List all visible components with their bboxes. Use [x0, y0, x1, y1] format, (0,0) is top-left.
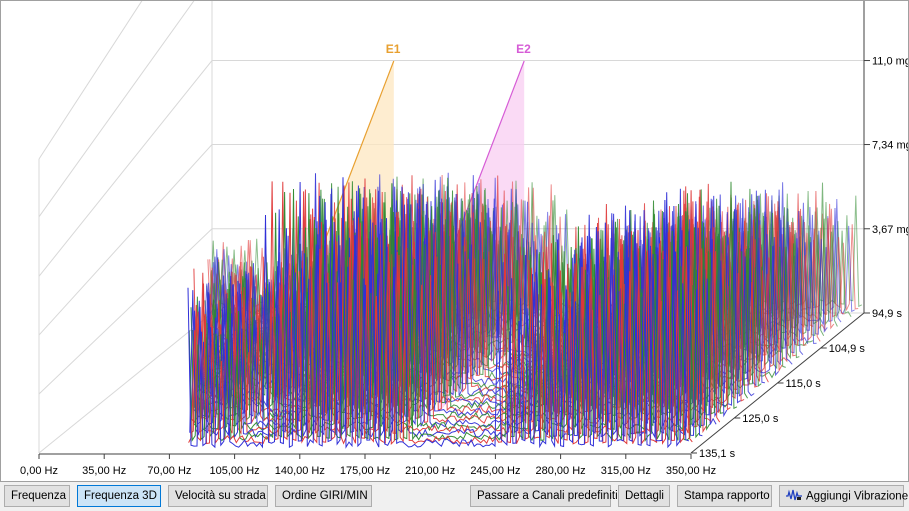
spectrum-traces: [187, 172, 863, 449]
ordine-giri-min-button[interactable]: Ordine GIRI/MIN: [275, 485, 372, 507]
marker-label-e1: E1: [386, 42, 401, 56]
x-tick-label-10: 350,00 Hz: [666, 465, 716, 477]
z-tick-label-1: 104,9 s: [829, 343, 866, 355]
velocita-button-label: Velocità su strada: [175, 490, 266, 502]
x-tick-label-5: 175,00 Hz: [340, 465, 390, 477]
z-tick-label-4: 135,1 s: [699, 448, 736, 460]
x-tick-label-1: 35,00 Hz: [82, 465, 126, 477]
floor-left-edge: [38, 312, 213, 454]
vibration-wave-icon: [786, 488, 802, 504]
aggiungi-vibrazione-button[interactable]: Aggiungi Vibrazione: [779, 485, 908, 507]
passare-button-label: Passare a Canali predefiniti: [477, 490, 618, 502]
stampa-button-label: Stampa rapporto: [684, 490, 770, 502]
waterfall-chart-panel: E1E2 3,67 mg7,34 mg11,0 mg14,7 mg18,3 mg…: [0, 0, 909, 482]
y-tick-label-1: 7,34 mg: [872, 140, 908, 152]
x-tick-label-3: 105,00 Hz: [210, 465, 260, 477]
x-tick-label-4: 140,00 Hz: [275, 465, 325, 477]
dettagli-button-label: Dettagli: [625, 490, 664, 502]
passare-canali-predefiniti-button[interactable]: Passare a Canali predefiniti: [470, 485, 618, 507]
y-gridline-3: [38, 1, 195, 218]
y-tick-label-2: 11,0 mg: [872, 56, 908, 68]
x-tick-label-9: 315,00 Hz: [601, 465, 651, 477]
ordine-button-label: Ordine GIRI/MIN: [282, 490, 368, 502]
z-tick-label-2: 115,0 s: [786, 378, 822, 390]
x-tick-label-2: 70,00 Hz: [147, 465, 191, 477]
y-tick-label-0: 3,67 mg: [872, 224, 908, 236]
frequenza-button[interactable]: Frequenza: [4, 485, 70, 507]
x-tick-label-7: 245,00 Hz: [470, 465, 520, 477]
frequenza-3d-button[interactable]: Frequenza 3D: [77, 485, 161, 507]
chart-toolbar: Frequenza Frequenza 3D Velocità su strad…: [0, 482, 909, 511]
x-tick-label-0: 0,00 Hz: [20, 465, 58, 477]
frequenza-button-label: Frequenza: [11, 490, 66, 502]
marker-label-e2: E2: [516, 42, 531, 56]
dettagli-button[interactable]: Dettagli: [618, 485, 670, 507]
y-gridline-4: [38, 1, 143, 160]
velocita-su-strada-button[interactable]: Velocità su strada: [168, 485, 268, 507]
x-tick-label-6: 210,00 Hz: [405, 465, 455, 477]
waterfall-3d-chart: E1E2 3,67 mg7,34 mg11,0 mg14,7 mg18,3 mg…: [20, 1, 908, 477]
aggiungi-button-label: Aggiungi Vibrazione: [806, 490, 909, 503]
z-tick-label-3: 125,0 s: [742, 413, 779, 425]
z-tick-label-0: 94,9 s: [872, 308, 902, 320]
stampa-rapporto-button[interactable]: Stampa rapporto: [677, 485, 772, 507]
x-tick-label-8: 280,00 Hz: [536, 465, 586, 477]
frequenza-3d-button-label: Frequenza 3D: [84, 490, 157, 502]
